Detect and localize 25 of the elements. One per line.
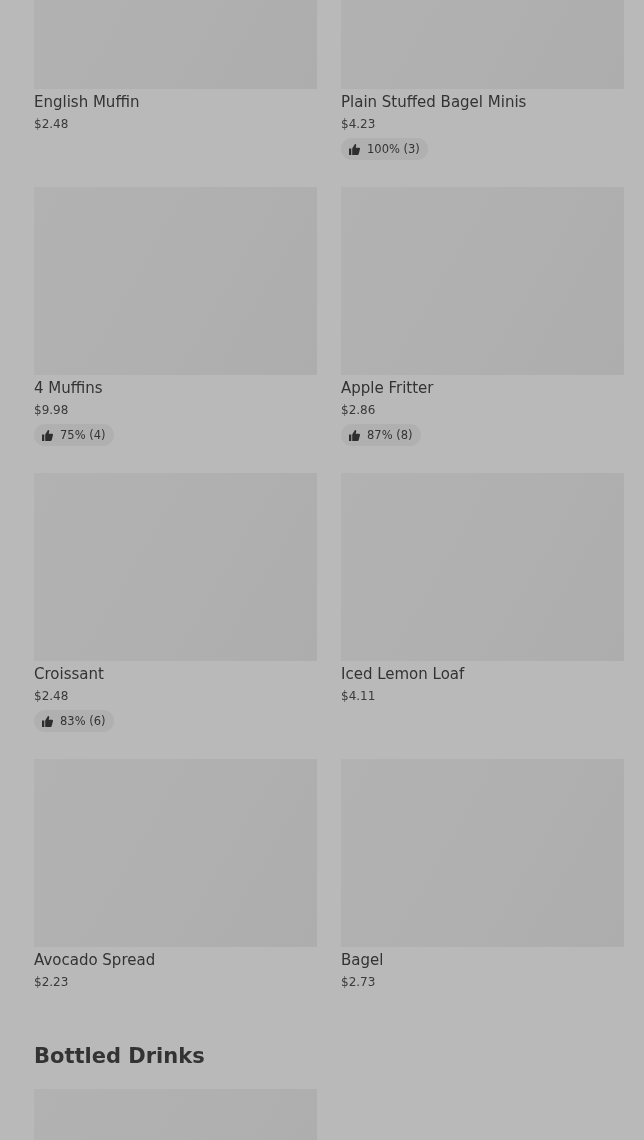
product-name: Bagel bbox=[341, 950, 384, 970]
product-name: Iced Lemon Loaf bbox=[341, 664, 465, 684]
product-name: Plain Stuffed Bagel Minis bbox=[341, 92, 527, 112]
product-price: $2.48 bbox=[34, 116, 69, 133]
product-price: $4.11 bbox=[341, 688, 376, 705]
product-price: $2.48 bbox=[34, 688, 69, 705]
thumbs-up-icon bbox=[349, 429, 360, 441]
product-name: English Muffin bbox=[34, 92, 140, 112]
product-name: Croissant bbox=[34, 664, 104, 684]
rating-text: 87% (8) bbox=[367, 428, 413, 442]
section-title: Bottled Drinks bbox=[34, 1043, 206, 1070]
product-price: $9.98 bbox=[34, 402, 69, 419]
product-name: 4 Muffins bbox=[34, 378, 103, 398]
rating-text: 83% (6) bbox=[60, 714, 106, 728]
product-price: $2.23 bbox=[34, 974, 69, 991]
product-name: Avocado Spread bbox=[34, 950, 156, 970]
thumbs-up-icon bbox=[42, 429, 53, 441]
rating-text: 75% (4) bbox=[60, 428, 106, 442]
rating-text: 100% (3) bbox=[367, 142, 420, 156]
product-price: $2.86 bbox=[341, 402, 376, 419]
product-price: $4.23 bbox=[341, 116, 376, 133]
thumbs-up-icon bbox=[42, 715, 53, 727]
product-price: $2.73 bbox=[341, 974, 376, 991]
product-name: Apple Fritter bbox=[341, 378, 434, 398]
thumbs-up-icon bbox=[349, 143, 360, 155]
